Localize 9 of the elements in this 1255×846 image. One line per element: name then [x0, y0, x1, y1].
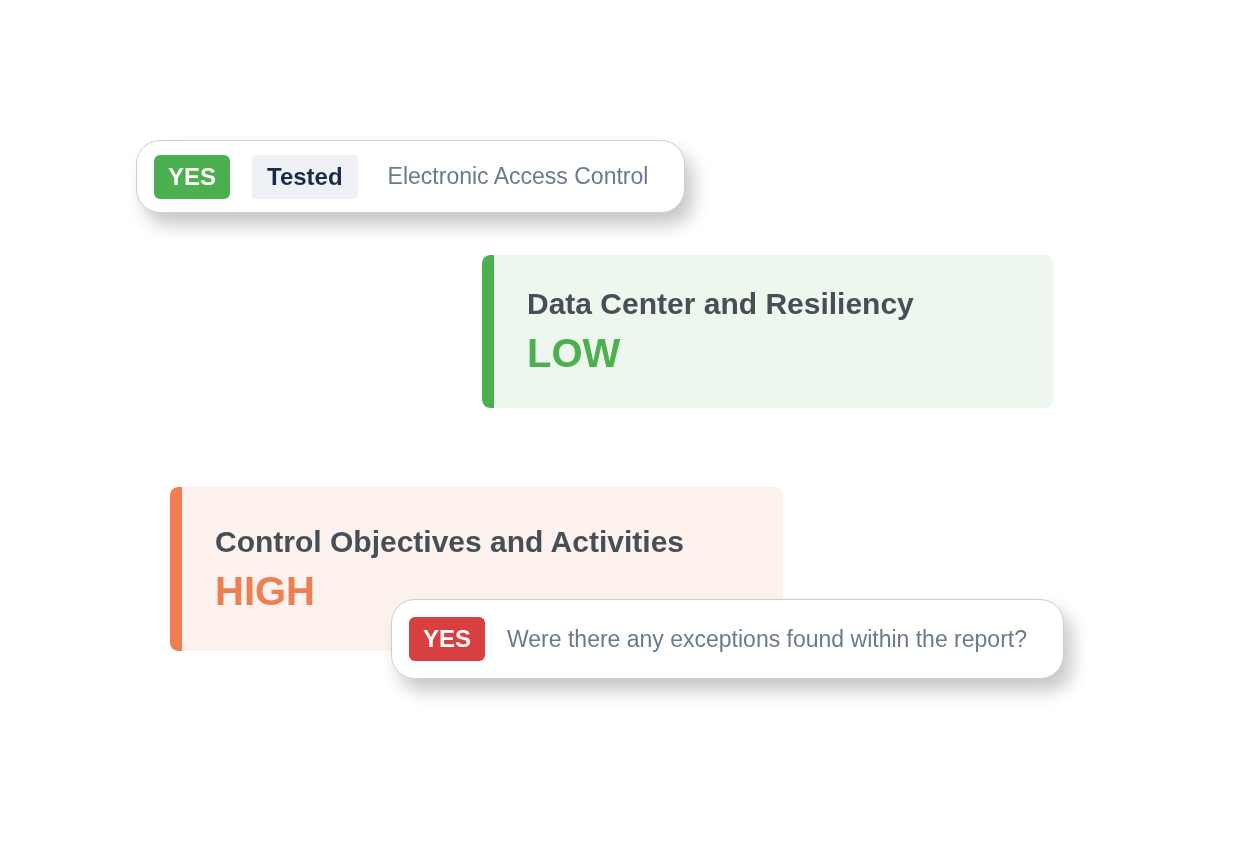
status-tag: Tested: [252, 154, 358, 199]
risk-level: LOW: [527, 331, 622, 376]
question-text: Were there any exceptions found within the report?: [507, 625, 1027, 653]
risk-level: HIGH: [215, 568, 316, 614]
question-text: Electronic Access Control: [387, 163, 649, 190]
answer-badge: YES: [154, 154, 231, 199]
category-title: Data Center and Resiliency: [527, 287, 914, 321]
answer-badge: YES: [409, 617, 486, 661]
category-title: Control Objectives and Activities: [215, 524, 684, 559]
